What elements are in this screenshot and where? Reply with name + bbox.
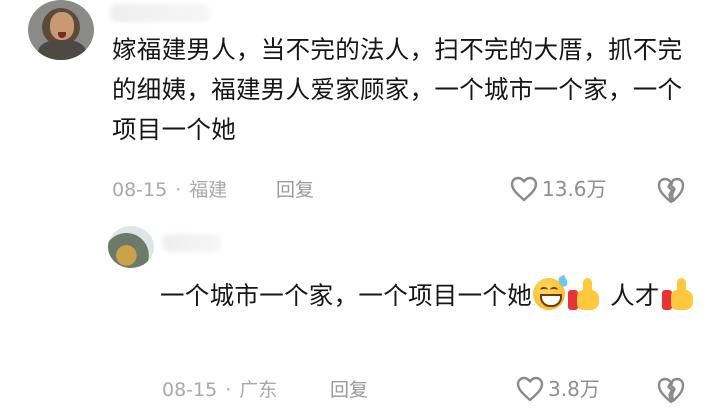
commenter-name-blurred [110,4,210,22]
comment-meta: 08-15 · 福建 [112,178,227,202]
thumbs-up-emoji [567,278,601,310]
reply-to-reply-button[interactable]: 回复 [330,378,368,402]
meta-separator: · [175,179,182,201]
reply-date: 08-15 [162,379,218,401]
like-button[interactable]: 13.6万 [510,176,607,202]
broken-heart-icon [657,177,685,204]
heart-outline-icon [510,176,538,202]
reply-dislike-button[interactable] [656,376,686,408]
reply-text-part2: 人才 [602,281,660,310]
reply-meta: 08-15 · 广东 [162,378,277,402]
thumbs-up-emoji [661,278,695,310]
reply-text-part1: 一个城市一个家，一个项目一个她 [160,281,532,310]
meta-separator: · [225,379,232,401]
comment-location: 福建 [189,179,228,201]
reply-text: 一个城市一个家，一个项目一个她 人才 [160,274,700,316]
like-count: 13.6万 [542,177,607,201]
comment-date: 08-15 [112,179,168,201]
avatar-figure-body [38,40,86,60]
heart-outline-icon [516,376,544,402]
reply-like-button[interactable]: 3.8万 [516,376,600,402]
reply-like-count: 3.8万 [548,377,600,401]
replier-name-blurred [162,234,222,252]
dislike-button[interactable] [656,176,686,208]
grinning-sweat-emoji [533,274,570,310]
reply-button[interactable]: 回复 [276,178,314,202]
replier-avatar[interactable] [108,226,154,268]
commenter-avatar[interactable] [28,0,94,60]
broken-heart-icon [657,377,685,404]
reply-location: 广东 [239,379,278,401]
comment-text: 嫁福建男人，当不完的法人，扫不完的大厝，抓不完的细姨，福建男人爱家顾家，一个城市… [112,35,683,144]
